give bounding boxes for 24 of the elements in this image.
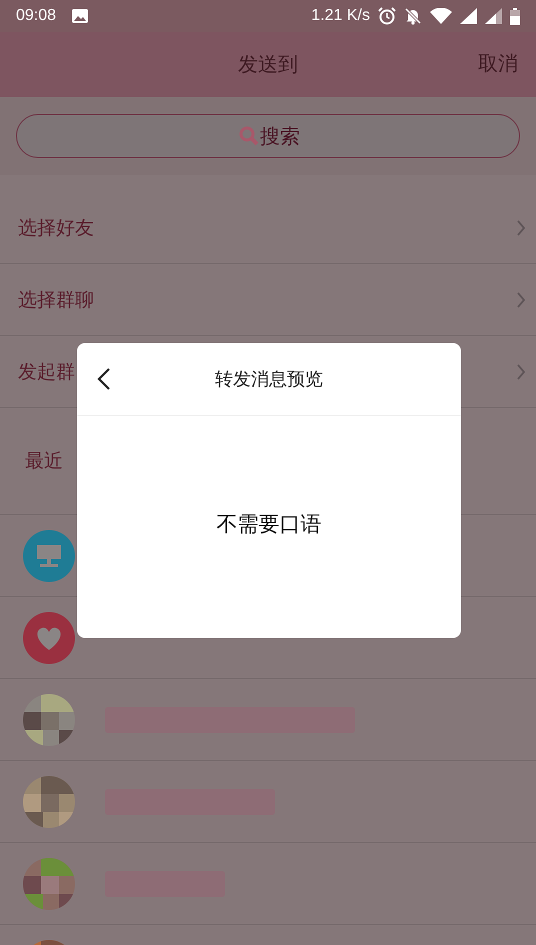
chevron-right-icon: [516, 364, 526, 380]
section-title: 最近: [25, 449, 63, 474]
chevron-right-icon: [516, 292, 526, 308]
heart-avatar-icon: [23, 612, 75, 664]
signal-icon: [460, 8, 477, 24]
message-text: 不需要口语: [216, 511, 322, 538]
chevron-right-icon: [516, 220, 526, 236]
back-icon[interactable]: [97, 367, 111, 391]
muted-bell-icon: [404, 7, 422, 25]
computer-avatar-icon: [23, 530, 75, 582]
menu-item[interactable]: 选择群聊: [0, 264, 536, 336]
alarm-icon: [378, 7, 396, 25]
wifi-icon: [430, 8, 452, 24]
menu-item[interactable]: 选择好友: [0, 192, 536, 264]
network-speed: 1.21 K/s: [311, 7, 370, 25]
search-icon: [239, 126, 259, 146]
dialog-title: 转发消息预览: [215, 368, 323, 391]
image-icon: [72, 9, 88, 23]
search-field[interactable]: 搜索: [16, 114, 520, 158]
cancel-button[interactable]: 取消: [478, 50, 518, 77]
status-time: 09:08: [16, 7, 56, 25]
battery-icon: [510, 8, 520, 24]
signal-icon: [485, 8, 502, 24]
page-title: 发送到: [238, 51, 298, 78]
